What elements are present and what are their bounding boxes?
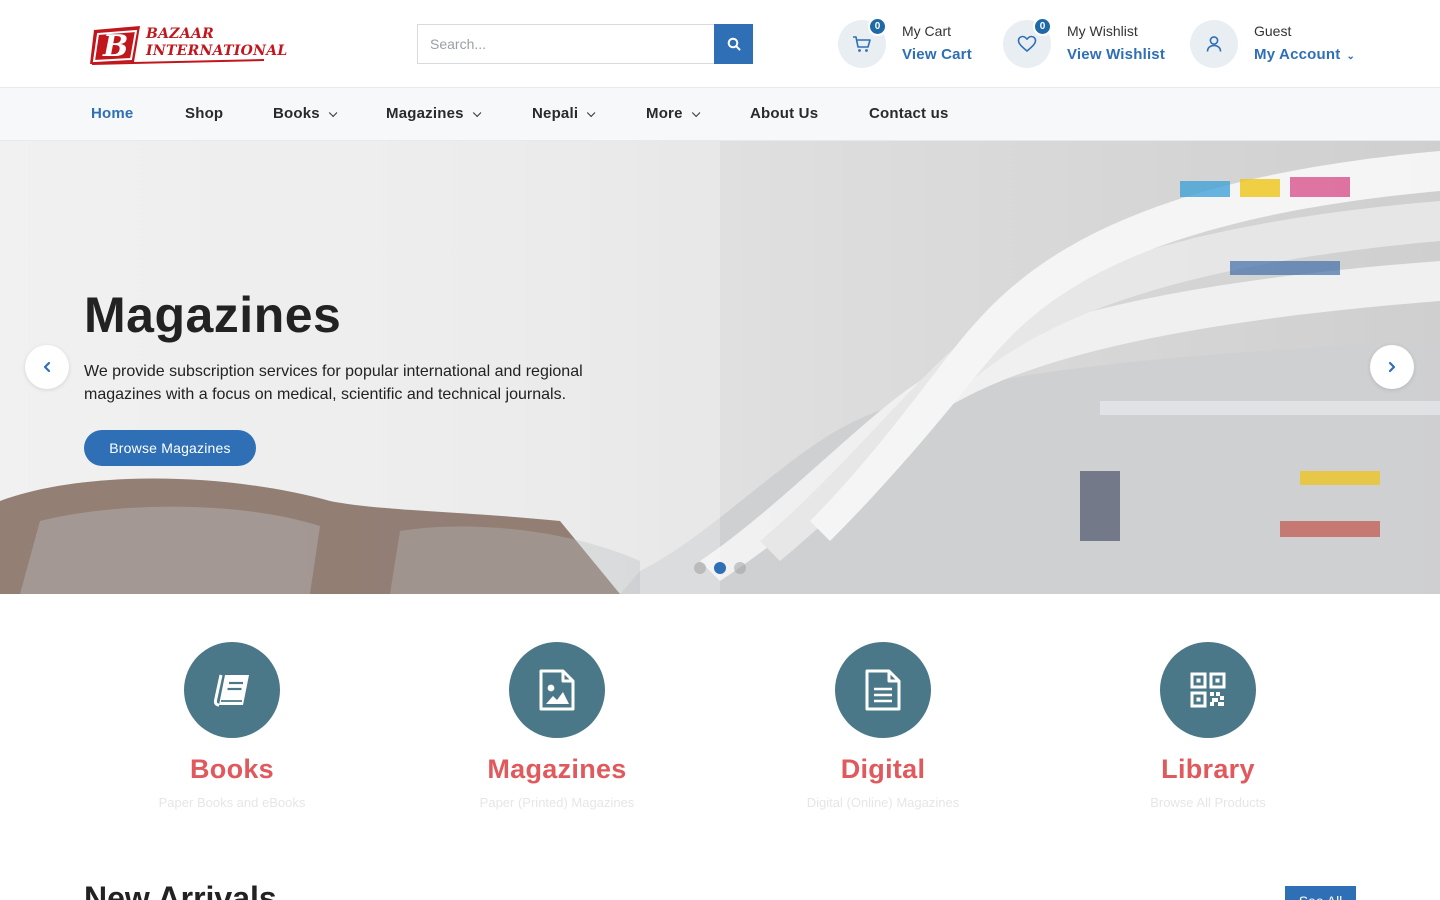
nav-label: Nepali (532, 105, 579, 122)
new-arrivals-heading: New Arrivals (84, 880, 277, 900)
nav-item-nepali[interactable]: Nepali (532, 105, 596, 122)
category-title[interactable]: Books (112, 754, 352, 785)
nav-label: Shop (185, 105, 224, 122)
search-icon (727, 37, 740, 51)
chevron-down-icon: ⌄ (1346, 51, 1356, 62)
slider-pagination (694, 562, 746, 574)
category-subtitle: Digital (Online) Magazines (806, 795, 960, 810)
nav-item-contact-us[interactable]: Contact us (869, 105, 949, 122)
nav-label: About Us (750, 105, 819, 122)
main-navigation: Home Shop Books Magazines Nepali More Ab… (0, 88, 1440, 141)
nav-item-shop[interactable]: Shop (185, 105, 223, 122)
slider-dot[interactable] (694, 562, 706, 574)
category-icon-circle[interactable] (509, 642, 605, 738)
category-subtitle: Paper Books and eBooks (158, 795, 306, 810)
browse-magazines-button[interactable]: Browse Magazines (84, 430, 256, 466)
account-widget[interactable]: Guest My Account ⌄ (1190, 18, 1370, 70)
hero-title: Magazines (84, 287, 342, 343)
category-icon-circle[interactable] (184, 642, 280, 738)
nav-item-books[interactable]: Books (273, 105, 338, 122)
my-account-label: My Account (1254, 46, 1341, 63)
category-magazines[interactable]: Magazines Paper (Printed) Magazines (437, 642, 677, 810)
search-button[interactable] (714, 24, 753, 64)
chevron-down-icon (328, 108, 338, 118)
nav-item-home[interactable]: Home (91, 105, 133, 122)
chevron-down-icon (472, 108, 482, 118)
category-digital[interactable]: Digital Digital (Online) Magazines (763, 642, 1003, 810)
view-wishlist-link[interactable]: View Wishlist (1067, 46, 1165, 63)
wishlist-icon-circle[interactable]: 0 (1003, 17, 1052, 68)
book-icon (213, 671, 249, 707)
nav-label: Home (91, 105, 134, 122)
category-title[interactable]: Library (1088, 754, 1328, 785)
hero-description: We provide subscription services for pop… (84, 363, 583, 403)
nav-label: Contact us (869, 105, 949, 122)
nav-label: Magazines (386, 105, 464, 122)
nav-item-about-us[interactable]: About Us (750, 105, 818, 122)
cart-label: My Cart (902, 23, 951, 39)
svg-text:B: B (102, 29, 128, 64)
view-cart-link[interactable]: View Cart (902, 46, 972, 63)
account-icon-circle[interactable] (1190, 20, 1238, 68)
chevron-left-icon (43, 361, 51, 373)
chevron-right-icon (1388, 361, 1396, 373)
cart-widget[interactable]: 0 My Cart View Cart (838, 17, 978, 70)
nav-item-magazines[interactable]: Magazines (386, 105, 482, 122)
hero-slider: Magazines We provide subscription servic… (0, 141, 1440, 594)
wishlist-count-badge: 0 (1033, 17, 1052, 36)
category-icon-circle[interactable] (835, 642, 931, 738)
nav-item-more[interactable]: More (646, 105, 701, 122)
category-books[interactable]: Books Paper Books and eBooks (112, 642, 352, 810)
category-subtitle: Paper (Printed) Magazines (479, 795, 635, 810)
category-icon-circle[interactable] (1160, 642, 1256, 738)
logo-line-2: INTERNATIONAL (146, 43, 288, 59)
search-bar (417, 24, 753, 64)
document-icon (865, 669, 901, 711)
slider-dot-active[interactable] (714, 562, 726, 574)
bazaar-international-logo[interactable]: B BAZAAR INTERNATIONAL (88, 22, 287, 66)
search-input[interactable] (417, 24, 714, 64)
see-all-button[interactable]: See All (1285, 886, 1356, 900)
chevron-down-icon (587, 108, 596, 118)
slider-prev-button[interactable] (25, 345, 69, 389)
cart-icon-circle[interactable]: 0 (838, 17, 887, 68)
my-account-link[interactable]: My Account ⌄ (1254, 46, 1355, 63)
qr-code-icon (1190, 672, 1226, 708)
image-file-icon (539, 669, 575, 711)
chevron-down-icon (691, 108, 701, 118)
slider-next-button[interactable] (1370, 345, 1414, 389)
category-title[interactable]: Magazines (437, 754, 677, 785)
logo-line-1: BAZAAR (146, 26, 215, 42)
slider-dot[interactable] (734, 562, 746, 574)
nav-label: Books (273, 105, 320, 122)
cart-count-badge: 0 (868, 17, 887, 36)
user-icon (1206, 36, 1222, 52)
account-user-label: Guest (1254, 23, 1292, 39)
cart-icon (853, 36, 871, 52)
category-subtitle: Browse All Products (1150, 795, 1266, 810)
nav-label: More (646, 105, 683, 122)
logo-text: BAZAAR INTERNATIONAL (146, 26, 288, 60)
wishlist-label: My Wishlist (1067, 23, 1138, 39)
category-library[interactable]: Library Browse All Products (1088, 642, 1328, 810)
wishlist-widget[interactable]: 0 My Wishlist View Wishlist (1003, 17, 1173, 70)
category-title[interactable]: Digital (763, 754, 1003, 785)
heart-icon (1017, 35, 1037, 52)
header: B BAZAAR INTERNATIONAL 0 My Cart View (0, 0, 1440, 88)
